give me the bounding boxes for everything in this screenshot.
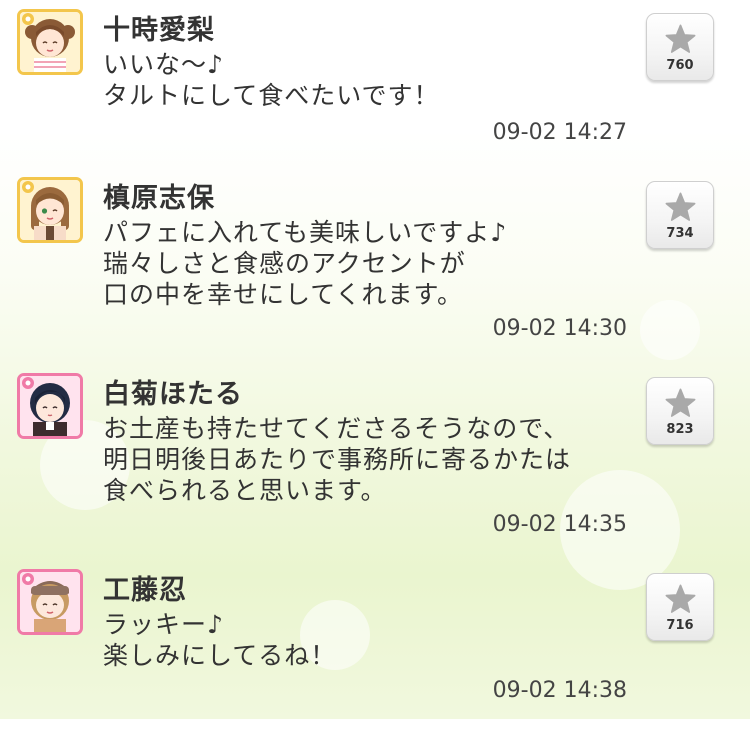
comment-line: お土産も持たせてくださるそうなので、 xyxy=(103,414,570,443)
comment-line: 食べられると思います。 xyxy=(103,476,387,505)
flower-icon xyxy=(22,573,34,585)
comment-line: パフェに入れても美味しいですよ♪ xyxy=(103,218,508,247)
comment-text: パフェに入れても美味しいですよ♪ 瑞々しさと食感のアクセントが 口の中を幸せにし… xyxy=(103,217,507,310)
timestamp: 09-02 14:38 xyxy=(492,678,627,703)
author-name[interactable]: 工藤忍 xyxy=(103,568,187,607)
author-name[interactable]: 槙原志保 xyxy=(103,176,215,215)
like-count: 734 xyxy=(666,226,694,241)
like-count: 716 xyxy=(666,618,694,633)
avatar[interactable] xyxy=(17,569,83,635)
comment-text: ラッキー♪ 楽しみにしてるね！ xyxy=(103,609,336,671)
avatar[interactable] xyxy=(17,177,83,243)
star-icon xyxy=(665,388,696,417)
author-name[interactable]: 十時愛梨 xyxy=(103,8,215,47)
star-icon xyxy=(665,584,696,613)
author-name[interactable]: 白菊ほたる xyxy=(103,372,243,411)
flower-icon xyxy=(22,13,34,25)
avatar[interactable] xyxy=(17,9,83,75)
comment-item: 白菊ほたる お土産も持たせてくださるそうなので、 明日明後日あたりで事務所に寄る… xyxy=(0,364,750,554)
comment-feed: 十時愛梨 いいな〜♪ タルトにして食べたいです！ 09-02 14:27 760 xyxy=(0,0,750,719)
comment-text: いいな〜♪ タルトにして食べたいです！ xyxy=(103,49,440,111)
avatar[interactable] xyxy=(17,373,83,439)
like-count: 823 xyxy=(666,422,694,437)
comment-item: 槙原志保 パフェに入れても美味しいですよ♪ 瑞々しさと食感のアクセントが 口の中… xyxy=(0,168,750,358)
flower-icon xyxy=(22,377,34,389)
comment-line: タルトにして食べたいです！ xyxy=(103,81,440,110)
comment-text: お土産も持たせてくださるそうなので、 明日明後日あたりで事務所に寄るかたは 食べ… xyxy=(103,413,571,506)
comment-line: 楽しみにしてるね！ xyxy=(103,641,337,670)
star-icon xyxy=(665,24,696,53)
like-button[interactable]: 734 xyxy=(646,181,714,249)
like-button[interactable]: 716 xyxy=(646,573,714,641)
like-button[interactable]: 760 xyxy=(646,13,714,81)
timestamp: 09-02 14:27 xyxy=(492,120,627,145)
timestamp: 09-02 14:35 xyxy=(492,512,627,537)
comment-item: 工藤忍 ラッキー♪ 楽しみにしてるね！ 09-02 14:38 716 xyxy=(0,560,750,750)
comment-line: 瑞々しさと食感のアクセントが xyxy=(103,249,466,278)
comment-line: 口の中を幸せにしてくれます。 xyxy=(103,280,464,309)
flower-icon xyxy=(22,181,34,193)
comment-line: いいな〜♪ xyxy=(103,50,224,79)
comment-line: ラッキー♪ xyxy=(103,610,224,639)
star-icon xyxy=(665,192,696,221)
timestamp: 09-02 14:30 xyxy=(492,316,627,341)
comment-item: 十時愛梨 いいな〜♪ タルトにして食べたいです！ 09-02 14:27 760 xyxy=(0,0,750,190)
comment-line: 明日明後日あたりで事務所に寄るかたは xyxy=(103,445,572,474)
like-count: 760 xyxy=(666,58,694,73)
like-button[interactable]: 823 xyxy=(646,377,714,445)
